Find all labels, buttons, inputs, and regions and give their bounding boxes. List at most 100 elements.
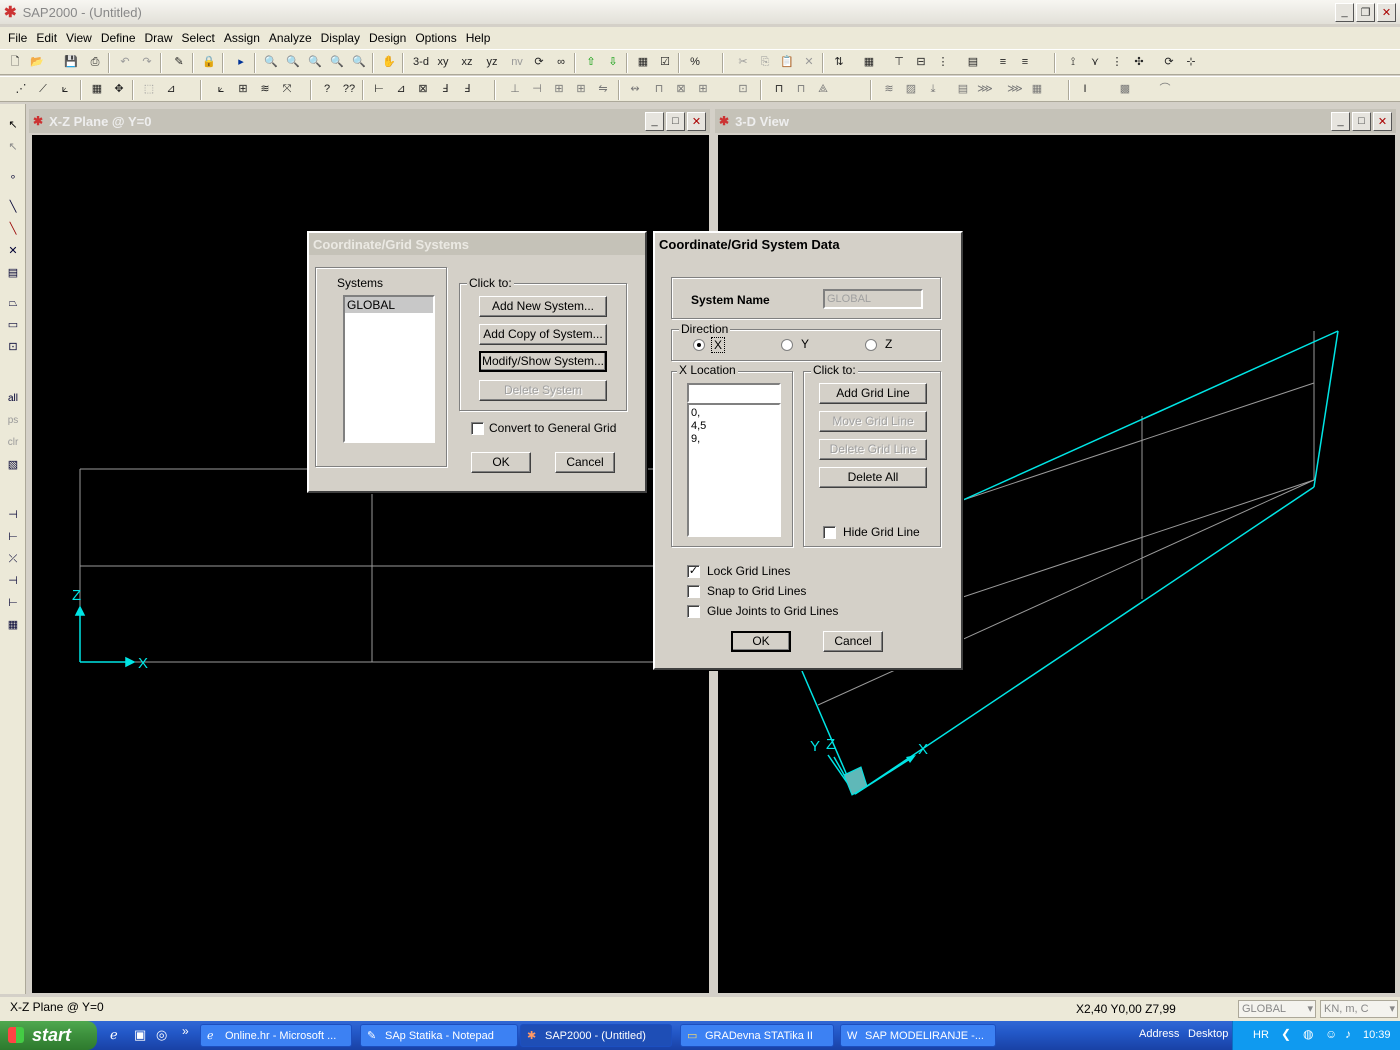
coord-system-select[interactable]: GLOBAL ▾ xyxy=(1238,1000,1316,1018)
snap-fine-icon[interactable]: ▦ xyxy=(4,616,22,634)
location-list-item[interactable]: 9, xyxy=(691,433,777,446)
draw-frame-icon[interactable]: ╲ xyxy=(4,198,22,216)
zoom-window-icon[interactable]: 🔍 xyxy=(262,53,280,71)
quick-area-icon[interactable]: ⊡ xyxy=(4,338,22,356)
show-forces-icon[interactable]: ✣ xyxy=(1130,53,1148,71)
grid-icon[interactable]: ▦ xyxy=(860,53,878,71)
task-sap-modeliranje[interactable]: W SAP MODELIRANJE -... xyxy=(840,1024,996,1047)
snap-grid-icon[interactable]: ▦ xyxy=(88,80,106,98)
fill-icon[interactable]: ▩ xyxy=(1116,80,1134,98)
strain-icon[interactable]: ⋙ xyxy=(1006,80,1024,98)
pointer-icon[interactable]: ↖ xyxy=(4,116,22,134)
area-icon[interactable]: ⊓ xyxy=(650,80,668,98)
rotate-icon[interactable]: ⟳ xyxy=(530,53,548,71)
section-icon[interactable]: ⊞ xyxy=(234,80,252,98)
menu-view[interactable]: View xyxy=(66,31,92,45)
move-grid-line-button[interactable]: Move Grid Line xyxy=(819,411,927,432)
check-icon[interactable]: ☑ xyxy=(656,53,674,71)
intersect-select-icon[interactable]: ▧ xyxy=(4,456,22,474)
quick-frame-icon[interactable]: ╲ xyxy=(4,220,22,238)
set-display-icon[interactable]: ▦ xyxy=(634,53,652,71)
open-icon[interactable]: 📂 xyxy=(28,53,46,71)
menu-define[interactable]: Define xyxy=(101,31,136,45)
solid-icon[interactable]: ⊡ xyxy=(734,80,752,98)
close-icon[interactable]: ✕ xyxy=(1377,2,1396,22)
hinge-icon[interactable]: ⇋ xyxy=(594,80,612,98)
view-xy-button[interactable]: xy xyxy=(434,53,452,71)
query-icon[interactable]: ? xyxy=(318,80,336,98)
task-notepad[interactable]: ✎ SAp Statika - Notepad xyxy=(360,1024,518,1047)
restore-icon[interactable]: ❐ xyxy=(1356,2,1375,22)
zoom-in-icon[interactable]: 🔍 xyxy=(306,53,324,71)
task-sap2000[interactable]: ✱ SAP2000 - (Untitled) xyxy=(520,1024,672,1047)
location-list-item[interactable]: 4,5 xyxy=(691,420,777,433)
snap-intersect-icon[interactable]: ⟀ xyxy=(56,80,74,98)
menu-options[interactable]: Options xyxy=(415,31,456,45)
text-icon[interactable]: I xyxy=(1076,80,1094,98)
menu-edit[interactable]: Edit xyxy=(36,31,57,45)
extra-icon[interactable]: ⌒ xyxy=(1156,80,1174,98)
task-online-hr[interactable]: ℯ Online.hr - Microsoft ... xyxy=(200,1024,352,1047)
view-xz-button[interactable]: xz xyxy=(458,53,476,71)
reshape-icon[interactable]: ↖ xyxy=(4,138,22,156)
menu-assign[interactable]: Assign xyxy=(224,31,260,45)
units-select[interactable]: KN, m, C ▾ xyxy=(1320,1000,1398,1018)
load-pattern-icon[interactable]: ≋ xyxy=(880,80,898,98)
snap-grid-lines-checkbox[interactable] xyxy=(687,585,700,598)
frame-node-icon[interactable]: ⊿ xyxy=(392,80,410,98)
paste-icon[interactable]: 📋 xyxy=(778,53,796,71)
draw-poly-icon[interactable]: ⊿ xyxy=(162,80,180,98)
system-name-field[interactable]: GLOBAL xyxy=(823,289,923,309)
draw-special-icon[interactable]: ⬚ xyxy=(140,80,158,98)
draw-joint-icon[interactable]: ∘ xyxy=(4,168,22,186)
grid-data-cancel-button[interactable]: Cancel xyxy=(823,631,883,652)
tray-back-icon[interactable]: ❮ xyxy=(1281,1027,1291,1041)
area-load-icon[interactable]: ▤ xyxy=(964,53,982,71)
pencil-icon[interactable]: ✎ xyxy=(170,53,188,71)
new-icon[interactable]: 🗋 xyxy=(6,53,24,71)
save-icon[interactable]: 💾 xyxy=(62,53,80,71)
frame-modifier-icon[interactable]: ⟁ xyxy=(814,80,832,98)
xz-close-icon[interactable]: ✕ xyxy=(687,111,706,131)
load-combo-icon[interactable]: ⤓ xyxy=(924,80,942,98)
design-icon[interactable]: ⟳ xyxy=(1160,53,1178,71)
snap-end-icon[interactable]: ⊢ xyxy=(4,528,22,546)
3d-close-icon[interactable]: ✕ xyxy=(1373,111,1392,131)
add-copy-system-button[interactable]: Add Copy of System... xyxy=(479,324,607,345)
grid-systems-ok-button[interactable]: OK xyxy=(471,452,531,473)
snap-perp-icon[interactable]: ⊣ xyxy=(4,572,22,590)
quicklaunch-media-icon[interactable]: ◎ xyxy=(156,1027,167,1043)
redo-icon[interactable]: ↷ xyxy=(138,53,156,71)
convert-general-grid-checkbox[interactable] xyxy=(471,422,484,435)
delete-all-button[interactable]: Delete All xyxy=(819,467,927,488)
location-list-item[interactable]: 0, xyxy=(691,407,777,420)
spring-icon[interactable]: ⊣ xyxy=(528,80,546,98)
tray-messenger-icon[interactable]: ☺ xyxy=(1325,1027,1337,1041)
menu-file[interactable]: File xyxy=(8,31,27,45)
draw-area-list-icon[interactable]: ▤ xyxy=(4,264,22,282)
delete-icon[interactable]: ✕ xyxy=(800,53,818,71)
joint-load-icon[interactable]: ⋮ xyxy=(934,53,952,71)
undo-icon[interactable]: ↶ xyxy=(116,53,134,71)
systems-list[interactable]: GLOBAL xyxy=(343,295,435,443)
xz-minimize-icon[interactable]: _ xyxy=(645,111,664,131)
print-icon[interactable]: ⎙ xyxy=(86,53,104,71)
lock-grid-lines-checkbox[interactable]: ✓ xyxy=(687,565,700,578)
frame-release-icon[interactable]: ⊢ xyxy=(370,80,388,98)
percent-icon[interactable]: % xyxy=(686,53,704,71)
forces-icon[interactable]: ⋎ xyxy=(1086,53,1104,71)
mass-icon[interactable]: ⊞ xyxy=(550,80,568,98)
restraint-icon[interactable]: ⊥ xyxy=(506,80,524,98)
run-icon[interactable]: ▸ xyxy=(232,53,250,71)
copy-icon[interactable]: ⎘ xyxy=(756,53,774,71)
desktop-toolbar[interactable]: Desktop xyxy=(1188,1028,1228,1040)
add-new-system-button[interactable]: Add New System... xyxy=(479,296,607,317)
delete-system-button[interactable]: Delete System xyxy=(479,380,607,401)
menu-display[interactable]: Display xyxy=(321,31,360,45)
frame-mesh-icon[interactable]: ⊠ xyxy=(414,80,432,98)
zoom-shrink-icon[interactable]: 🔍 xyxy=(350,53,368,71)
frame-del-icon[interactable]: Ⅎ xyxy=(458,80,476,98)
temperature-icon[interactable]: ⋙ xyxy=(976,80,994,98)
direction-z-radio[interactable] xyxy=(865,339,877,351)
panel-icon[interactable]: ⊞ xyxy=(572,80,590,98)
